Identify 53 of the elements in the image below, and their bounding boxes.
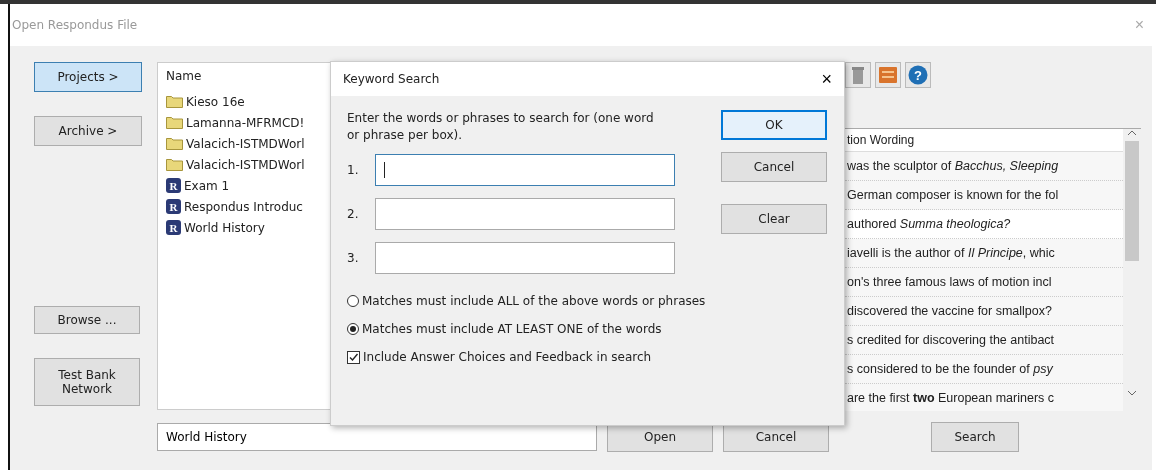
column-header: Name — [166, 69, 203, 83]
nav-button[interactable]: Archive > — [34, 116, 142, 146]
file-item[interactable]: R World History — [166, 217, 334, 238]
option-label: Matches must include ALL of the above words or phrases — [362, 294, 706, 308]
instruction-text: Enter the words or phrases to search for (one word or phrase per box). — [347, 110, 655, 144]
table-cell: German composer is known for the fol — [845, 181, 1123, 210]
table-cell: discovered the vaccine for smallpox? — [845, 297, 1123, 326]
field-number: 1. — [347, 163, 360, 177]
folder-icon — [166, 137, 183, 150]
action-button[interactable]: Search — [931, 422, 1019, 452]
scroll-down-icon[interactable] — [1127, 389, 1137, 397]
dialog-button[interactable]: Cancel — [721, 152, 827, 182]
table-cell: iavelli is the author of Il Principe, whic — [845, 239, 1123, 268]
file-item[interactable]: R Exam 1 — [166, 175, 334, 196]
help-icon[interactable]: ? — [905, 62, 931, 88]
table-cell: on's three famous laws of motion incl — [845, 268, 1123, 297]
keyword-field[interactable] — [375, 154, 675, 186]
nav-button[interactable]: Projects > — [34, 62, 142, 92]
list-icon[interactable] — [875, 62, 901, 88]
folder-icon — [166, 158, 183, 171]
folder-icon — [166, 116, 183, 129]
nav-button[interactable]: Test Bank Network — [34, 358, 140, 406]
table-cell: s considered to be the founder of psy — [845, 355, 1123, 384]
trash-icon[interactable] — [845, 62, 871, 88]
keyword-field[interactable] — [375, 198, 675, 230]
close-button[interactable]: × — [821, 68, 832, 90]
keyword-field[interactable] — [375, 242, 675, 274]
file-name-field[interactable]: World History — [157, 423, 597, 451]
field-number: 2. — [347, 207, 360, 221]
scroll-up-icon[interactable] — [1127, 129, 1137, 137]
checkbox-label: Include Answer Choices and Feedback in search — [363, 350, 652, 364]
file-item[interactable]: Lamanna-MFRMCD! — [166, 112, 334, 133]
nav-button[interactable]: Browse ... — [34, 306, 140, 334]
file-item[interactable]: R Respondus Introduc — [166, 196, 334, 217]
dialog-button[interactable]: OK — [721, 110, 827, 140]
dialog-title: Keyword Search — [343, 72, 440, 86]
table-cell: s credited for discovering the antibact — [845, 326, 1123, 355]
checkbox[interactable] — [347, 350, 360, 364]
radio-button[interactable] — [347, 323, 359, 335]
exam-badge-icon: R — [166, 199, 181, 214]
option-label: Matches must include AT LEAST ONE of the words — [362, 322, 662, 336]
file-item[interactable]: Valacich-ISTMDWorl — [166, 133, 334, 154]
exam-badge-icon: R — [166, 178, 181, 193]
file-item[interactable]: Valacich-ISTMDWorl — [166, 154, 334, 175]
dialog-button[interactable]: Clear — [721, 204, 827, 234]
table-cell: was the sculptor of Bacchus, Sleeping — [845, 152, 1123, 181]
window-title: Open Respondus File — [12, 18, 138, 32]
folder-icon — [166, 95, 183, 108]
field-number: 3. — [347, 251, 360, 265]
file-item[interactable]: Kieso 16e — [166, 91, 334, 112]
table-cell: are the first two European mariners c — [845, 384, 1123, 411]
radio-button[interactable] — [347, 295, 359, 307]
exam-badge-icon: R — [166, 220, 181, 235]
